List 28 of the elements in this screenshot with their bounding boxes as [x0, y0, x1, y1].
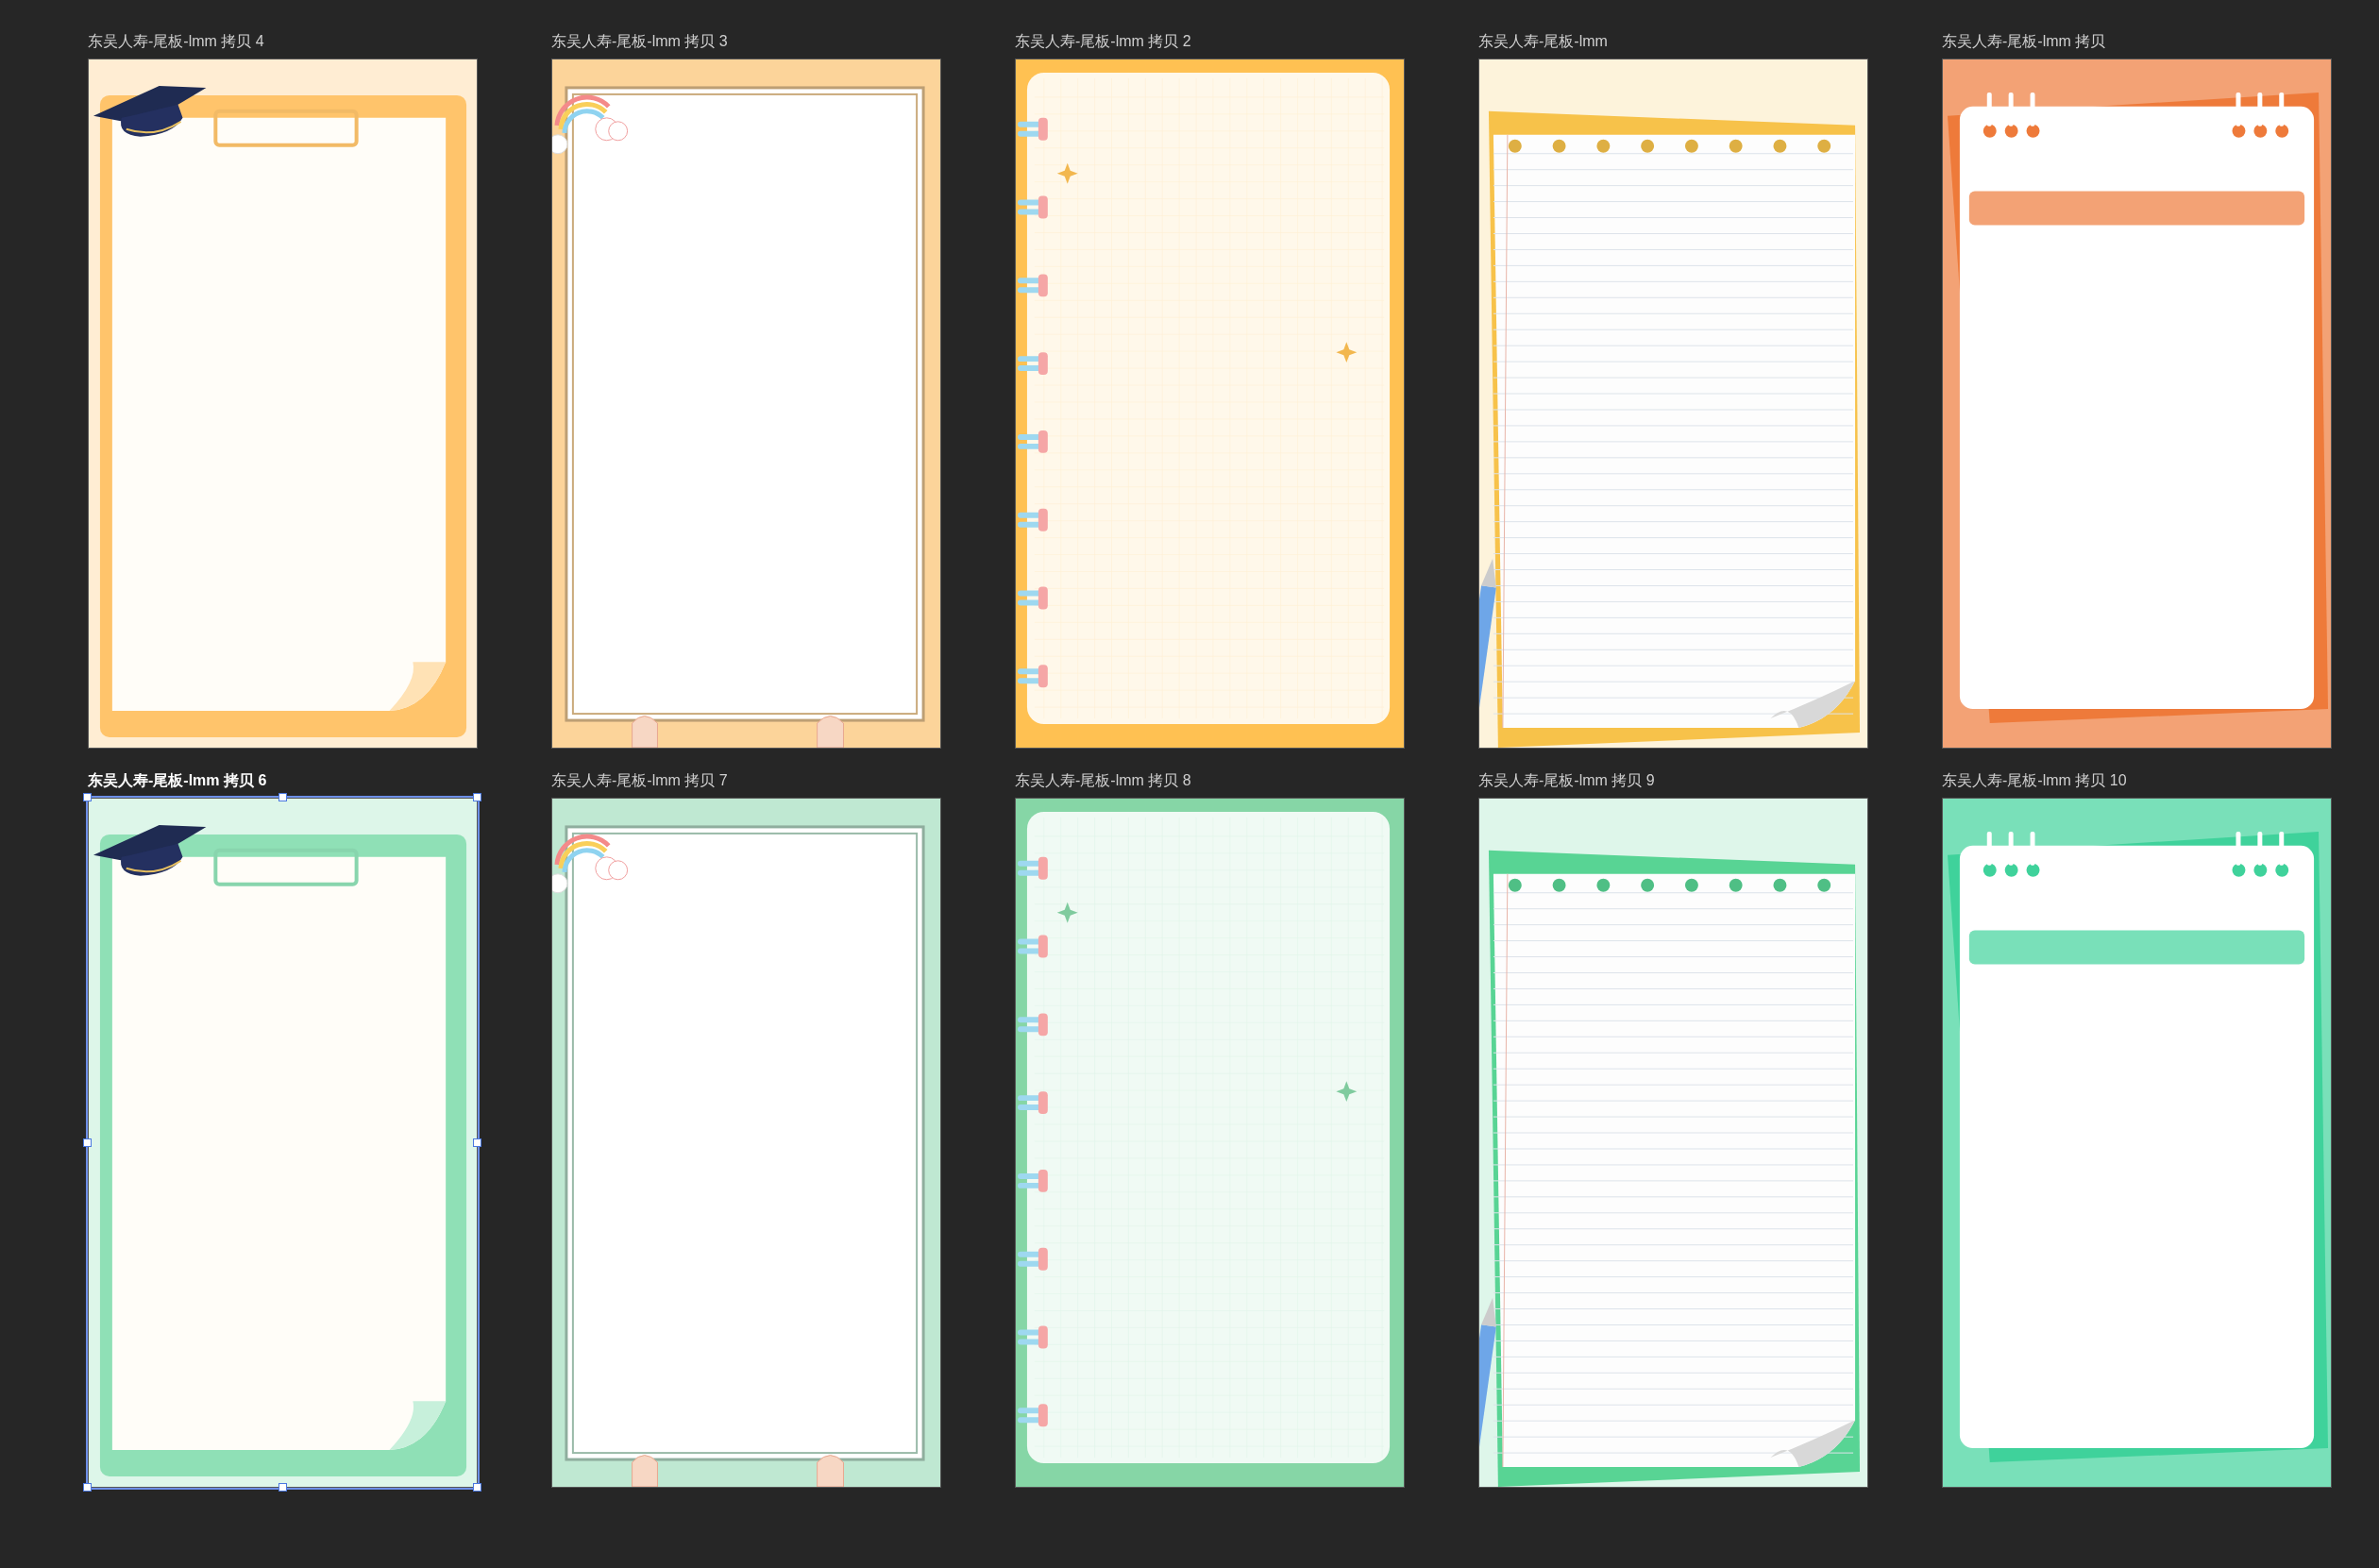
artboard-label[interactable]: 东吴人寿-尾板-lmm [1478, 32, 1608, 51]
resize-handle[interactable] [473, 1483, 481, 1492]
resize-handle[interactable] [278, 793, 287, 801]
artboard-label[interactable]: 东吴人寿-尾板-lmm 拷贝 8 [1015, 771, 1191, 790]
artboard-label[interactable]: 东吴人寿-尾板-lmm 拷贝 6 [88, 771, 267, 790]
artboard-label[interactable]: 东吴人寿-尾板-lmm 拷贝 [1942, 32, 2106, 51]
resize-handle[interactable] [278, 1483, 287, 1492]
artboard-label[interactable]: 东吴人寿-尾板-lmm 拷贝 4 [88, 32, 264, 51]
resize-handle[interactable] [83, 1138, 92, 1147]
binder-artboard[interactable] [1015, 59, 1405, 749]
artboard-label[interactable]: 东吴人寿-尾板-lmm 拷贝 10 [1942, 771, 2127, 790]
artboard-label[interactable]: 东吴人寿-尾板-lmm 拷贝 9 [1478, 771, 1655, 790]
artboard-label[interactable]: 东吴人寿-尾板-lmm 拷贝 3 [551, 32, 728, 51]
resize-handle[interactable] [83, 1483, 92, 1492]
rainbow-frame-artboard[interactable] [551, 59, 941, 749]
lined-paper-artboard[interactable] [1478, 798, 1868, 1488]
rainbow-frame-artboard[interactable] [551, 798, 941, 1488]
resize-handle[interactable] [83, 793, 92, 801]
lined-paper-artboard[interactable] [1478, 59, 1868, 749]
notepad-artboard[interactable] [1942, 798, 2332, 1488]
clipboard-artboard[interactable] [88, 59, 478, 749]
notepad-artboard[interactable] [1942, 59, 2332, 749]
artboard-label[interactable]: 东吴人寿-尾板-lmm 拷贝 2 [1015, 32, 1191, 51]
artboard-label[interactable]: 东吴人寿-尾板-lmm 拷贝 7 [551, 771, 728, 790]
resize-handle[interactable] [473, 793, 481, 801]
clipboard-artboard[interactable] [88, 798, 478, 1488]
resize-handle[interactable] [473, 1138, 481, 1147]
binder-artboard[interactable] [1015, 798, 1405, 1488]
